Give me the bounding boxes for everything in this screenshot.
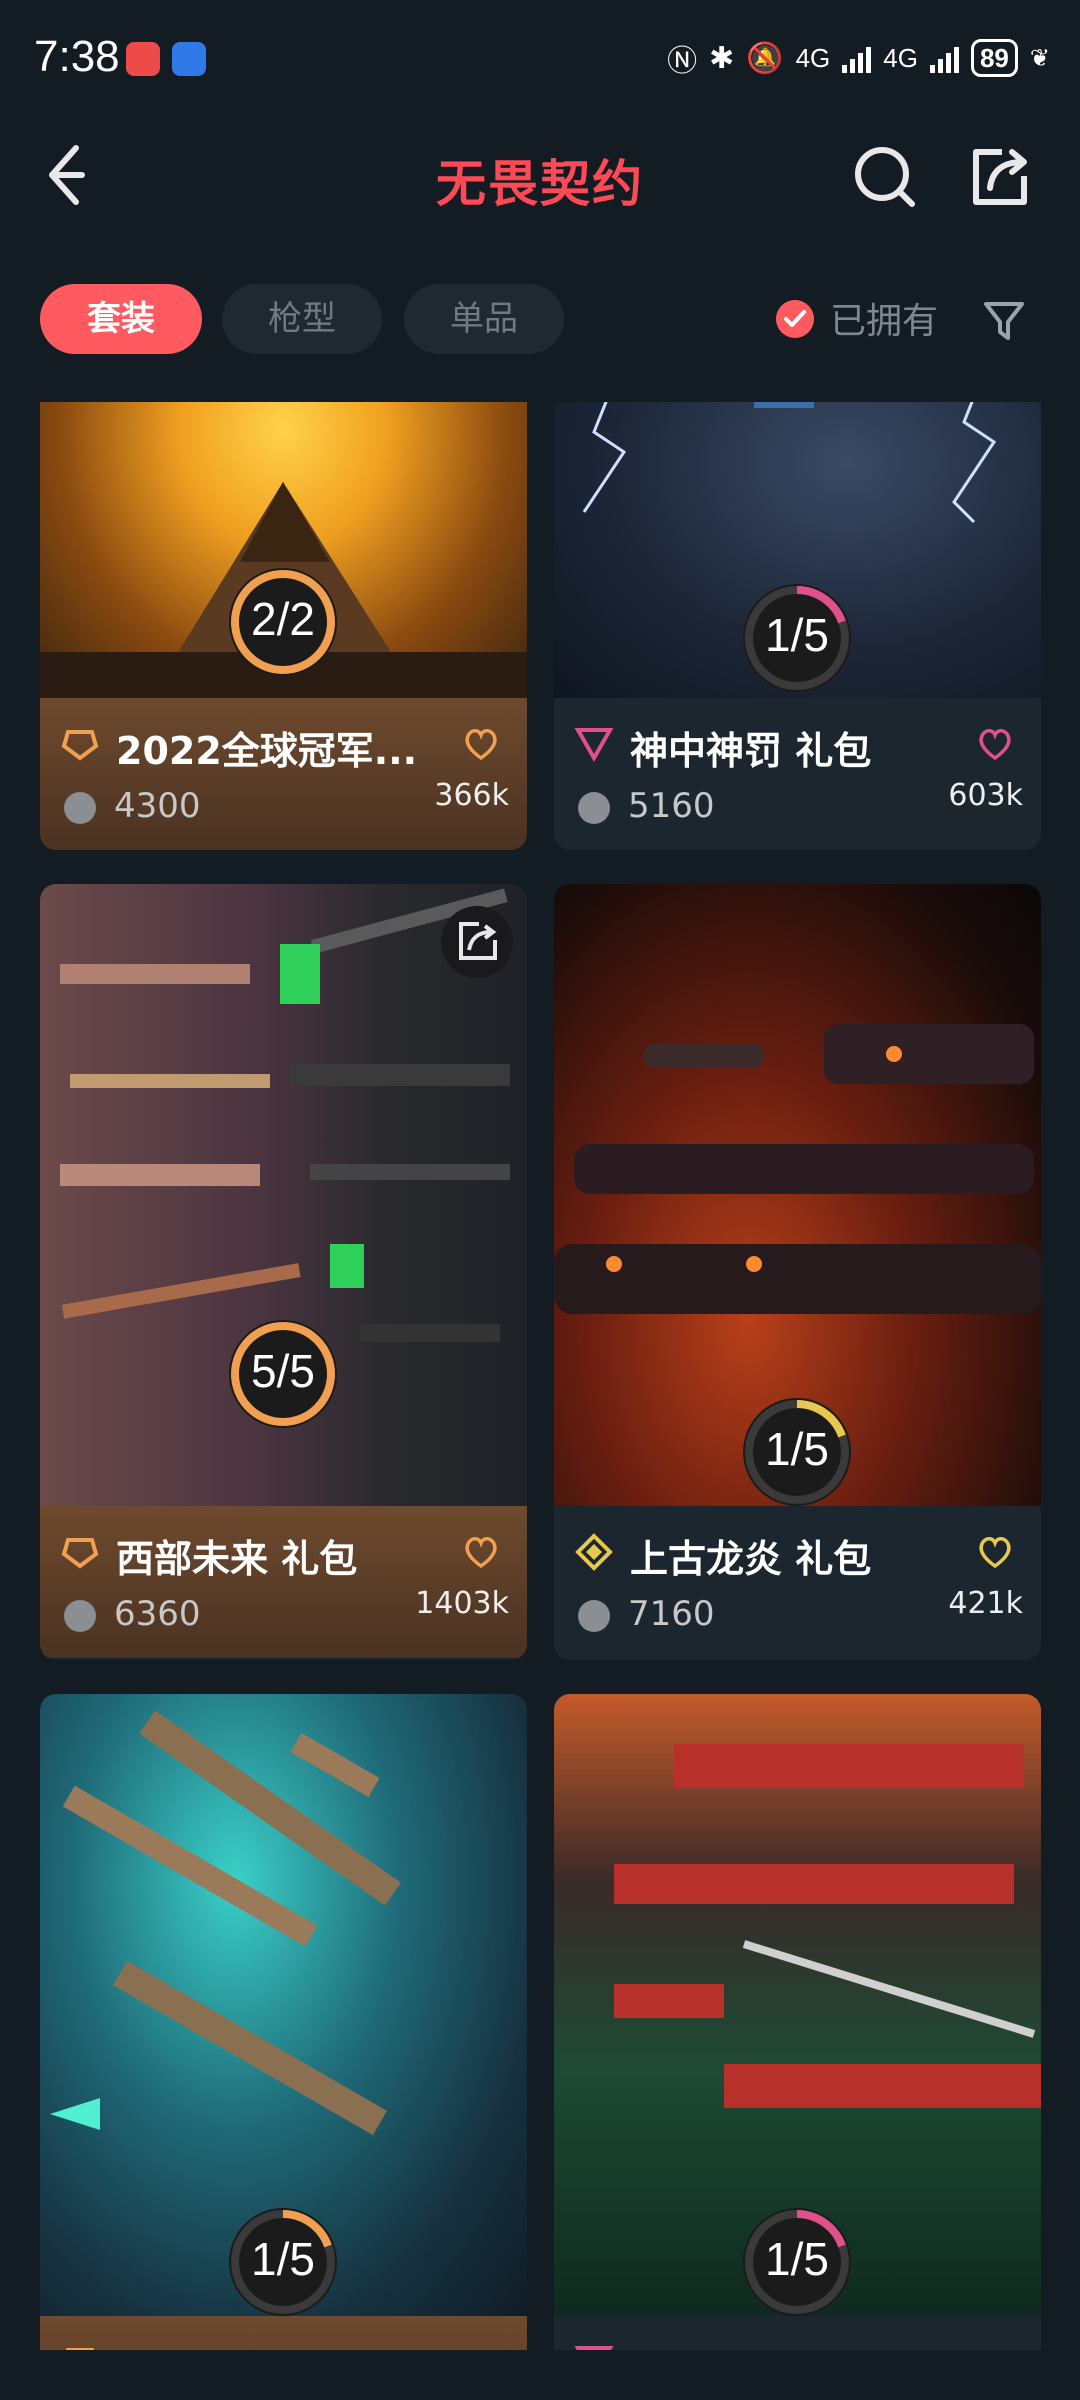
progress-label: 1/5 [765,2233,829,2285]
bundle-likes: 1403k [415,1586,509,1621]
favorite-heart-icon[interactable] [975,724,1015,764]
bundle-grid: 2/2 2022全球冠军... 4300 366k 1/5 神中神罚 礼包 51… [0,402,1080,2350]
bundle-card[interactable]: 1/5 [40,1694,527,2350]
progress-label: 2/2 [251,593,315,645]
progress-label: 1/5 [765,609,829,661]
tab-bundles[interactable]: 套装 [40,284,202,354]
filter-row: 套装 枪型 单品 已拥有 [0,282,1080,356]
progress-label: 1/5 [251,2233,315,2285]
bundle-card[interactable]: 1/5 [554,1694,1041,2350]
tab-weapon-type[interactable]: 枪型 [222,284,382,354]
share-icon[interactable] [964,142,1034,212]
rarity-icon [574,728,614,763]
bundle-card[interactable]: 1/5 神中神罚 礼包 5160 603k [554,402,1041,850]
app-notification-icon [126,42,160,76]
bundle-info: 2022全球冠军... 4300 366k [40,698,527,850]
status-time: 7:38 [34,32,120,81]
progress-label: 5/5 [251,1345,315,1397]
rarity-icon [65,2348,95,2350]
progress-ring: 5/5 [223,1314,343,1434]
favorite-heart-icon[interactable] [461,1532,501,1572]
bundle-title: 神中神罚 礼包 [630,729,872,773]
currency-icon [64,1600,96,1632]
search-icon[interactable] [850,142,920,212]
bundle-likes: 366k [434,778,509,813]
bundle-price: 6360 [114,1594,201,1634]
rarity-icon [61,730,99,761]
tab-single-item[interactable]: 单品 [404,284,564,354]
rarity-icon [575,1533,613,1571]
battery-icon: 89 [970,39,1018,77]
bundle-price: 4300 [114,786,201,826]
bundle-price: 7160 [628,1594,715,1634]
bottom-edge [0,2350,1080,2400]
nfc-icon: Ⓝ [667,45,698,78]
bundle-price: 5160 [628,786,715,826]
weather-notification-icon [172,42,206,76]
rarity-icon [61,1538,99,1569]
bundle-likes: 421k [948,1586,1023,1621]
bundle-info: 神中神罚 礼包 5160 603k [554,698,1041,850]
owned-checkbox-icon[interactable] [776,300,814,338]
progress-ring: 1/5 [223,2202,343,2322]
bundle-card[interactable]: 1/5 上古龙炎 礼包 7160 421k [554,884,1041,1660]
progress-ring: 2/2 [223,562,343,682]
progress-label: 1/5 [765,1423,829,1475]
bundle-title: 2022全球冠军... [116,729,416,773]
network-label-2: 4G [883,42,918,73]
owned-filter-label[interactable]: 已拥有 [830,292,938,344]
network-label: 4G [795,42,831,73]
bluetooth-icon: ✱ [709,41,735,75]
leaf-icon: ❦ [1029,44,1050,72]
status-bar: 7:38 Ⓝ ✱ 🔕 4G 4G 89 ❦ [0,0,1080,118]
bundle-title: 上古龙炎 礼包 [630,1537,872,1581]
bundle-info [554,2316,1041,2350]
bundle-card[interactable]: 5/5 西部未来 礼包 6360 1403k [40,884,527,1660]
bundle-info: 上古龙炎 礼包 7160 421k [554,1506,1041,1658]
bundle-info [40,2316,527,2350]
app-header: 无畏契约 [0,118,1080,234]
currency-icon [578,792,610,824]
favorite-heart-icon[interactable] [975,1532,1015,1572]
bundle-card[interactable]: 2/2 2022全球冠军... 4300 366k [40,402,527,850]
bundle-title: 西部未来 礼包 [116,1537,358,1581]
progress-ring: 1/5 [737,1392,857,1512]
mute-icon: 🔕 [746,41,784,75]
currency-icon [578,1600,610,1632]
progress-ring: 1/5 [737,2202,857,2322]
card-share-icon[interactable] [441,906,513,978]
signal-icon [842,43,872,73]
currency-icon [64,792,96,824]
signal-icon-2 [929,43,959,73]
status-icons: Ⓝ ✱ 🔕 4G 4G 89 ❦ [667,36,1050,80]
rarity-icon [574,2346,614,2350]
favorite-heart-icon[interactable] [461,724,501,764]
progress-ring: 1/5 [737,578,857,698]
filter-icon[interactable] [980,296,1028,344]
bundle-likes: 603k [948,778,1023,813]
bundle-info: 西部未来 礼包 6360 1403k [40,1506,527,1658]
